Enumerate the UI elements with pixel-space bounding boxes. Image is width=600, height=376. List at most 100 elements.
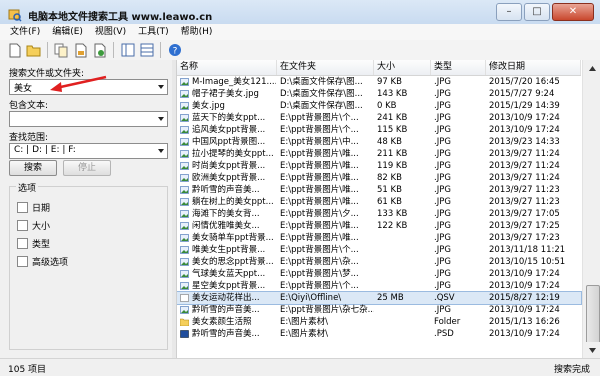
column-size-header[interactable]: 大小 <box>374 60 431 75</box>
search-button[interactable]: 搜索 <box>9 160 57 176</box>
table-row[interactable]: 美女的思念ppt背景... E:\ppt背景图片\杂... .JPG 2013/10/… <box>177 256 581 268</box>
checkbox-box[interactable] <box>17 238 28 249</box>
cell-date: 2013/11/18 11:21 <box>489 245 566 255</box>
image-file-icon <box>180 102 189 110</box>
cell-type: .JPG <box>434 161 451 171</box>
table-row[interactable]: 美女.jpg D:\桌面文件保存\图... 0 KB .JPG 2015/1/29 14… <box>177 100 581 112</box>
dropdown-arrow-icon[interactable] <box>158 117 164 121</box>
view-details-button[interactable] <box>138 42 155 59</box>
option-size-checkbox[interactable]: 大小 <box>17 219 50 232</box>
checkbox-box[interactable] <box>17 256 28 267</box>
menu-help[interactable]: 帮助(H) <box>175 24 219 40</box>
cell-name: 美女的思念ppt背景... <box>192 257 274 267</box>
cell-name: 欧洲美女ppt背景... <box>192 173 266 183</box>
column-name-header[interactable]: 名称 <box>177 60 277 75</box>
cell-size: 143 KB <box>377 89 408 99</box>
cell-folder: E:\ppt背景图片\杂七杂... <box>280 305 374 315</box>
cell-date: 2013/9/27 11:23 <box>489 185 560 195</box>
table-row[interactable]: M-Image_美女121.... D:\桌面文件保存\图... 97 KB .JPG… <box>177 76 581 88</box>
menu-view[interactable]: 视图(V) <box>89 24 132 40</box>
cell-date: 2013/10/15 10:51 <box>489 257 566 267</box>
minimize-button[interactable]: – <box>496 3 522 21</box>
cell-size: 51 KB <box>377 185 402 195</box>
view-list-button[interactable] <box>119 42 136 59</box>
table-row[interactable]: 躺在树上的美女ppt... E:\ppt背景图片\唯... 61 KB .JPG 201… <box>177 196 581 208</box>
table-row[interactable]: 黔听雪的声音美... E:\ppt背景图片\杂七杂... .JPG 2013/10/9… <box>177 304 581 316</box>
menu-file[interactable]: 文件(F) <box>4 24 46 40</box>
cell-date: 2013/9/27 11:23 <box>489 197 560 207</box>
table-row[interactable]: 黔听雪的声音美... E:\ppt背景图片\唯... 51 KB .JPG 2013/9… <box>177 184 581 196</box>
cell-folder: E:\ppt背景图片\杂... <box>280 257 359 267</box>
properties-button[interactable] <box>72 42 89 59</box>
table-row[interactable]: 时尚美女ppt背景... E:\ppt背景图片\唯... 119 KB .JPG 201… <box>177 160 581 172</box>
column-type-header[interactable]: 类型 <box>431 60 486 75</box>
search-range-value: C: | D: | E: | F: <box>14 145 76 155</box>
cell-name: 躺在树上的美女ppt... <box>192 197 274 207</box>
table-row[interactable]: 海滩下的美女背... E:\ppt背景图片\夕... 133 KB .JPG 2013/… <box>177 208 581 220</box>
copy-button[interactable] <box>53 42 70 59</box>
table-row[interactable]: 蓝天下的美女ppt... E:\ppt背景图片\个... 241 KB .JPG 201… <box>177 112 581 124</box>
cell-name: 时尚美女ppt背景... <box>192 161 266 171</box>
table-row[interactable]: 唯美女生ppt背景... E:\ppt背景图片\个... .JPG 2013/11/1… <box>177 244 581 256</box>
menu-tools[interactable]: 工具(T) <box>132 24 175 40</box>
table-row[interactable]: 黔听雪的声音美... E:\图片素材\ .PSD 2013/10/9 17:24 <box>177 328 581 340</box>
column-date-header[interactable]: 修改日期 <box>486 60 581 75</box>
help-button[interactable]: ? <box>166 42 183 59</box>
cell-date: 2013/9/27 17:05 <box>489 209 560 219</box>
table-row[interactable]: 美女运动花样出... E:\Qiyi\Offline\ 25 MB .QSV 2015/… <box>177 291 582 305</box>
dropdown-arrow-icon[interactable] <box>158 85 164 89</box>
export-button[interactable] <box>91 42 108 59</box>
scroll-down-button[interactable] <box>584 342 600 358</box>
cell-type: .JPG <box>434 137 451 147</box>
image-file-icon <box>180 150 189 158</box>
vertical-scrollbar[interactable] <box>582 60 600 358</box>
table-row[interactable]: 星空美女ppt背景... E:\ppt背景图片\个... .JPG 2013/10/9… <box>177 280 581 292</box>
search-range-select[interactable]: C: | D: | E: | F: <box>9 143 168 159</box>
contains-text-input[interactable] <box>9 111 168 127</box>
cell-name: 黔听雪的声音美... <box>192 305 260 315</box>
cell-folder: E:\ppt背景图片\中... <box>280 137 359 147</box>
image-file-icon <box>180 222 189 230</box>
dropdown-arrow-icon[interactable] <box>158 149 164 153</box>
cell-name: 帽子裙子美女.jpg <box>192 89 259 99</box>
table-row[interactable]: 欧洲美女ppt背景... E:\ppt背景图片\唯... 82 KB .JPG 2013… <box>177 172 581 184</box>
column-folder-header[interactable]: 在文件夹 <box>277 60 374 75</box>
cell-folder: E:\ppt背景图片\个... <box>280 113 359 123</box>
table-row[interactable]: 美女素颜生活照 E:\图片素材\ Folder 2015/1/13 16:26 <box>177 316 581 328</box>
table-row[interactable]: 气球美女蓝天ppt... E:\ppt背景图片\梦... .JPG 2013/10/9… <box>177 268 581 280</box>
cell-name: 黔听雪的声音美... <box>192 185 260 195</box>
menu-edit[interactable]: 编辑(E) <box>46 24 89 40</box>
cell-size: 119 KB <box>377 161 408 171</box>
scroll-up-button[interactable] <box>584 60 600 76</box>
cell-size: 241 KB <box>377 113 408 123</box>
close-button[interactable]: ✕ <box>552 3 594 21</box>
table-row[interactable]: 帽子裙子美女.jpg D:\桌面文件保存\图... 143 KB .JPG 2015/7… <box>177 88 581 100</box>
open-folder-button[interactable] <box>25 42 42 59</box>
image-file-icon <box>180 270 189 278</box>
cell-type: .JPG <box>434 101 451 111</box>
checkbox-box[interactable] <box>17 220 28 231</box>
cell-size: 48 KB <box>377 137 402 147</box>
table-row[interactable]: 中国风ppt背景图... E:\ppt背景图片\中... 48 KB .JPG 2013… <box>177 136 581 148</box>
table-row[interactable]: 美女骑单车ppt背景... E:\ppt背景图片\唯... .JPG 2013/9/2… <box>177 232 581 244</box>
list-view-icon <box>121 43 134 57</box>
cell-type: .JPG <box>434 77 451 87</box>
option-advanced-checkbox[interactable]: 高级选项 <box>17 255 68 268</box>
scroll-thumb[interactable] <box>586 285 600 345</box>
cell-folder: E:\图片素材\ <box>280 317 328 327</box>
table-row[interactable]: 拉小提琴的美女ppt... E:\ppt背景图片\唯... 211 KB .JPG 20… <box>177 148 581 160</box>
table-row[interactable]: 闲情优雅唯美女... E:\ppt背景图片\唯... 122 KB .JPG 2013/… <box>177 220 581 232</box>
stop-button[interactable]: 停止 <box>63 160 111 176</box>
image-file-icon <box>180 306 189 314</box>
table-row[interactable]: 追风美女ppt背景... E:\ppt背景图片\个... 115 KB .JPG 201… <box>177 124 581 136</box>
checkbox-box[interactable] <box>17 202 28 213</box>
cell-type: .PSD <box>434 329 454 339</box>
option-type-checkbox[interactable]: 类型 <box>17 237 50 250</box>
new-file-button[interactable] <box>6 42 23 59</box>
cell-folder: E:\ppt背景图片\唯... <box>280 173 359 183</box>
image-file-icon <box>180 114 189 122</box>
image-file-icon <box>180 186 189 194</box>
maximize-button[interactable]: □ <box>524 3 550 21</box>
option-date-checkbox[interactable]: 日期 <box>17 201 50 214</box>
cell-type: .JPG <box>434 221 451 231</box>
